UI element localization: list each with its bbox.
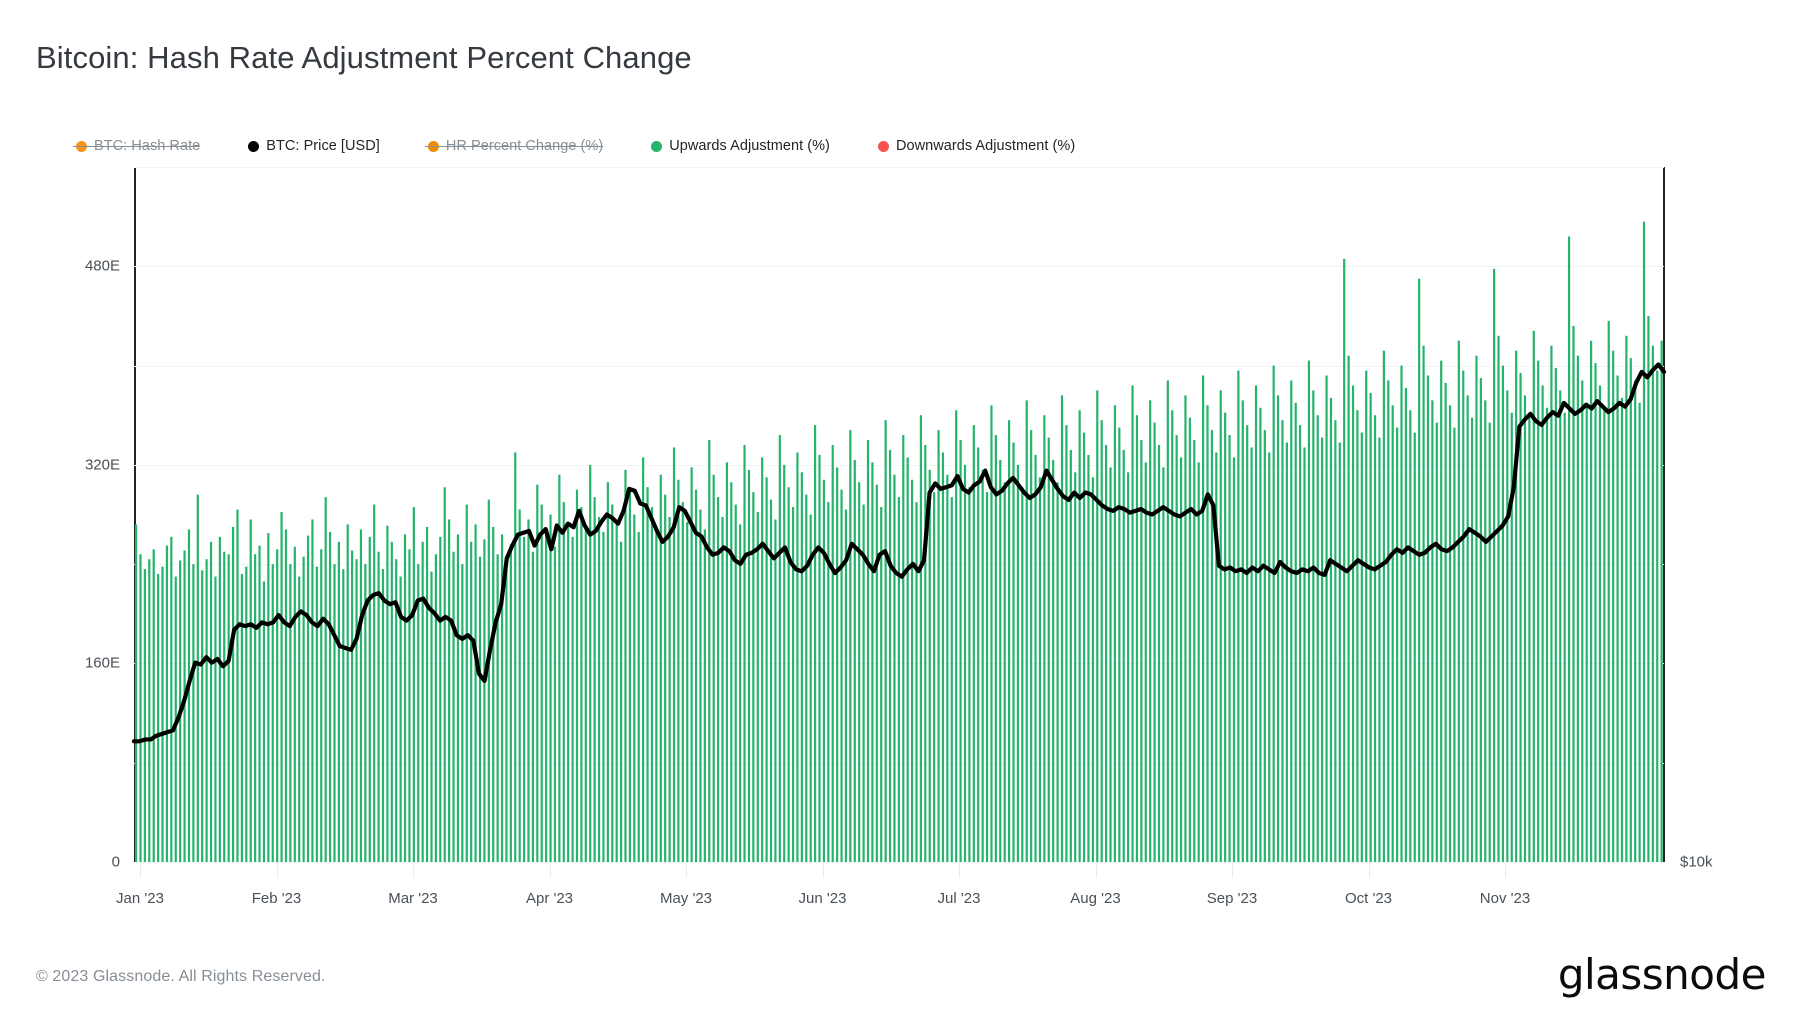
y-axis-tick-label: 0 xyxy=(111,853,120,871)
x-axis-tick-mark xyxy=(276,862,278,878)
x-axis-tick-label: Nov '23 xyxy=(1479,890,1531,907)
legend-item-label: BTC: Price [USD] xyxy=(266,138,380,154)
x-axis-tick-mark xyxy=(1095,862,1097,878)
x-axis-tick-mark xyxy=(959,862,960,878)
x-axis-tick-label: May '23 xyxy=(659,890,713,907)
legend-item-label: Downwards Adjustment (%) xyxy=(895,138,1076,154)
x-axis-tick-label: Feb '23 xyxy=(251,890,302,907)
page-title: Bitcoin: Hash Rate Adjustment Percent Ch… xyxy=(36,40,692,75)
y-axis-tick-label: 320E xyxy=(84,456,120,474)
x-axis-tick-label: Mar '23 xyxy=(388,890,438,907)
legend-dot-icon xyxy=(651,140,663,152)
legend-dot-icon xyxy=(248,140,260,152)
x-axis-tick-label: Aug '23 xyxy=(1070,890,1121,907)
legend-item-4[interactable]: Downwards Adjustment (%) xyxy=(877,136,1076,156)
legend-dot-icon xyxy=(424,140,447,152)
footer-copyright: © 2023 Glassnode. All Rights Reserved. xyxy=(36,968,326,985)
y-axis-tick-label: 160E xyxy=(84,654,120,672)
plot-area xyxy=(134,167,1664,863)
btc-price-line xyxy=(134,167,1664,862)
x-axis-tick-mark xyxy=(1505,862,1506,878)
x-axis-tick-mark xyxy=(549,862,551,878)
chart-legend: BTC: Hash Rate BTC: Price [USD] HR Percent… xyxy=(73,136,1076,156)
x-axis-tick-label: Sep '23 xyxy=(1206,890,1258,907)
chart-page: Bitcoin: Hash Rate Adjustment Percent Ch… xyxy=(0,0,1800,1013)
x-axis-tick-label: Jul '23 xyxy=(937,890,981,907)
legend-item-label: HR Percent Change (%) xyxy=(445,138,604,154)
x-axis-tick-label: Apr '23 xyxy=(525,890,574,907)
price-line-path xyxy=(134,365,1664,742)
x-axis-tick-mark xyxy=(413,862,414,878)
x-axis-tick-label: Jan '23 xyxy=(116,890,164,907)
x-axis-tick-mark xyxy=(140,862,141,878)
x-axis-tick-mark xyxy=(1232,862,1233,878)
y-axis-left-labels: 0 160E 320E 480E xyxy=(0,0,120,1013)
x-axis-tick-mark xyxy=(822,862,824,878)
legend-item-label: Upwards Adjustment (%) xyxy=(669,138,830,154)
gridline xyxy=(134,862,1664,863)
legend-dot-icon xyxy=(877,140,889,152)
x-axis-tick-label: Jun '23 xyxy=(798,890,847,907)
x-axis-tick-mark xyxy=(1368,862,1370,878)
y-axis-tick-label: 480E xyxy=(84,257,120,275)
glassnode-logo: glassnode xyxy=(1557,950,1767,999)
x-axis-tick-mark xyxy=(686,862,687,878)
legend-item-1[interactable]: BTC: Price [USD] xyxy=(248,136,380,156)
x-axis-tick-label: Oct '23 xyxy=(1344,890,1393,907)
legend-item-3[interactable]: Upwards Adjustment (%) xyxy=(651,136,830,156)
legend-item-2[interactable]: HR Percent Change (%) xyxy=(424,136,604,156)
y-axis-right-tick-label: $10k xyxy=(1680,853,1713,871)
